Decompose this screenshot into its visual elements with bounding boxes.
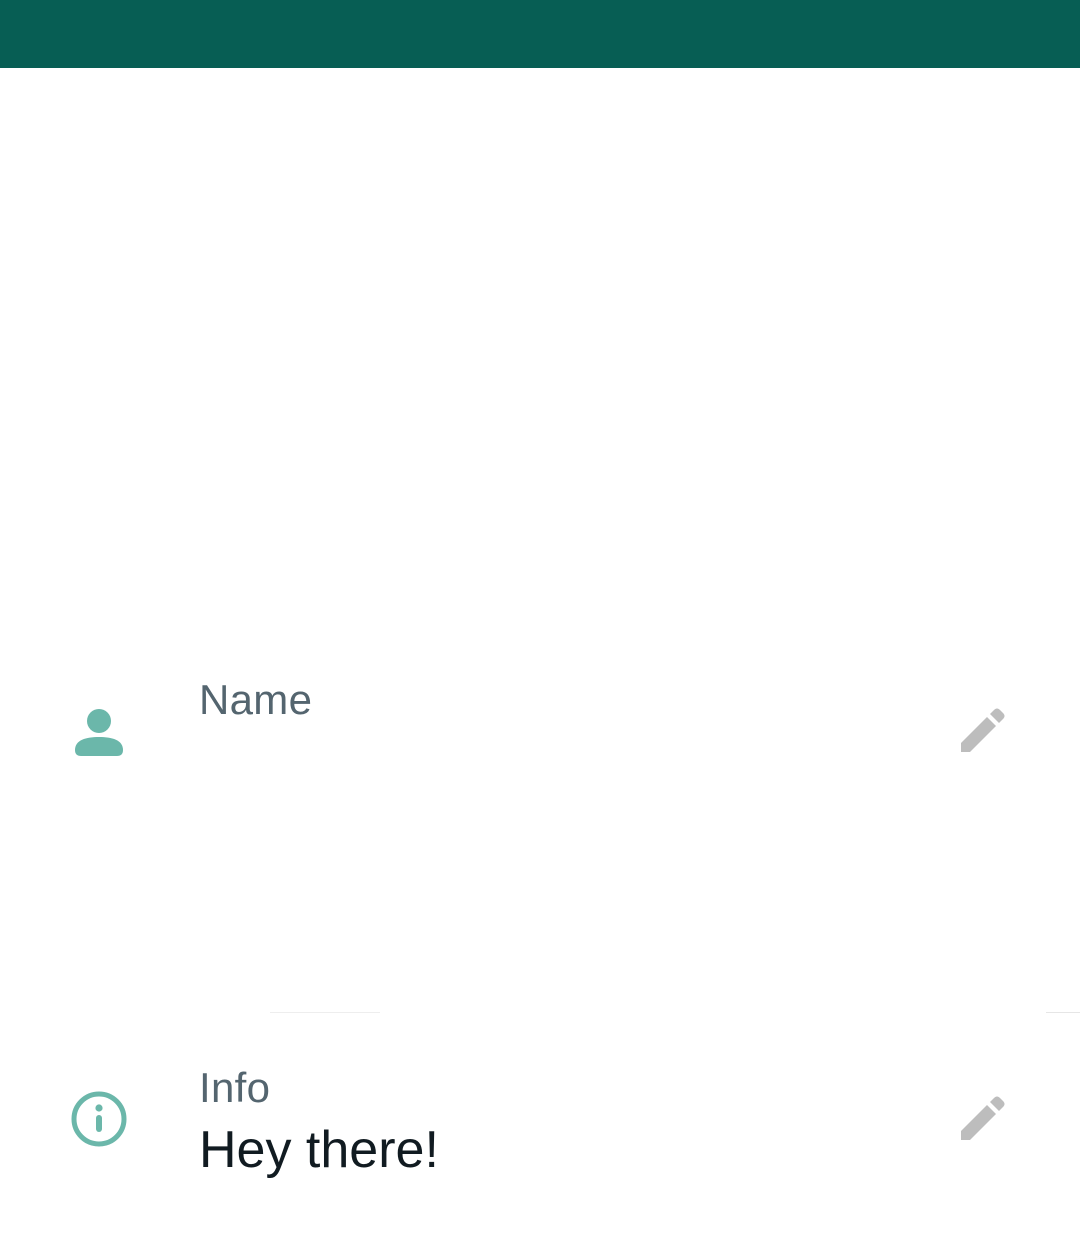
divider xyxy=(270,1012,380,1013)
info-label: Info xyxy=(199,1064,271,1111)
profile-content: Name Info Hey there! xyxy=(0,68,1080,1235)
name-label: Name xyxy=(199,676,313,723)
info-icon xyxy=(70,1090,128,1148)
info-value: Hey there! xyxy=(199,1121,439,1179)
divider xyxy=(1046,1012,1080,1013)
name-row[interactable]: Name xyxy=(0,668,1080,1048)
info-row[interactable]: Info Hey there! xyxy=(0,1058,1080,1235)
edit-info-pencil-icon[interactable] xyxy=(955,1094,1007,1146)
app-bar xyxy=(0,0,1080,68)
person-icon xyxy=(70,702,128,760)
edit-name-pencil-icon[interactable] xyxy=(955,706,1007,758)
